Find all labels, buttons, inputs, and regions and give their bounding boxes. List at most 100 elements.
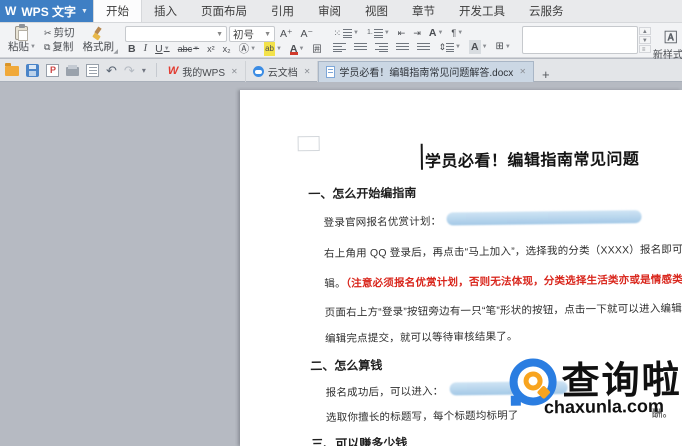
align-left-icon — [333, 43, 346, 52]
paste-label: 粘贴 — [8, 40, 29, 54]
tab-developer[interactable]: 开发工具 — [447, 0, 517, 22]
tab-section[interactable]: 章节 — [400, 0, 447, 22]
paragraph-note[interactable]: 辑。（注意必须报名优赏计划，否则无法体现，分类选择生活类亦或是情感类） — [324, 271, 682, 291]
align-right-icon — [375, 43, 388, 52]
tab-home[interactable]: 开始 — [93, 0, 142, 22]
underline-button[interactable]: U▼ — [152, 42, 173, 56]
dialog-launcher-icon[interactable]: ◢ — [113, 48, 118, 55]
borders-button[interactable]: ⊞▼ — [493, 40, 514, 54]
phonetic-guide-button[interactable]: Ⓐ▼ — [236, 42, 259, 56]
shading-icon: A — [469, 40, 481, 54]
cut-button[interactable]: ✂剪切 — [41, 26, 78, 40]
paragraph-submit[interactable]: 编辑完点提交，就可以等待审核结果了。 — [325, 329, 518, 346]
watermark-domain: chaxunla.com — [544, 396, 664, 418]
char-border-button[interactable]: 囲 — [309, 42, 324, 56]
justify-icon — [396, 43, 409, 52]
paragraph-login[interactable]: 登录官网报名优赏计划： — [324, 214, 442, 230]
export-pdf-icon[interactable] — [46, 64, 59, 77]
numbering-icon: 1. — [367, 26, 373, 40]
numbering-button[interactable]: 1.▼ — [364, 26, 393, 40]
align-center-button[interactable] — [351, 40, 370, 54]
shrink-font-button[interactable]: A⁻ — [298, 27, 317, 41]
text-effects-button[interactable]: A▼ — [426, 26, 447, 40]
shading-button[interactable]: A▼ — [466, 40, 491, 54]
document-page[interactable]: 学员必看！编辑指南常见问题 一、怎么开始编指南 登录官网报名优赏计划： 右上角用… — [240, 90, 682, 446]
bold-button[interactable]: B — [125, 42, 139, 56]
print-preview-icon[interactable] — [86, 64, 99, 77]
bullets-button[interactable]: ⁙▼ — [330, 26, 362, 40]
superscript-button[interactable]: x² — [204, 42, 218, 56]
phonetic-icon: Ⓐ — [239, 42, 250, 56]
underline-label: U — [155, 42, 163, 56]
align-left-button[interactable] — [330, 40, 349, 54]
tab-insert[interactable]: 插入 — [142, 0, 189, 22]
styles-up-button[interactable]: ▲ — [639, 27, 651, 35]
tab-current-document[interactable]: 学员必看！编辑指南常见问题解答.docx ✕ — [318, 61, 534, 82]
paragraph-qq-login[interactable]: 右上角用 QQ 登录后，再点击“马上加入”，选择我的分类（XXXX）报名即可开始… — [324, 241, 682, 261]
font-color-button[interactable]: A▼ — [287, 42, 308, 56]
highlight-button[interactable]: ab▼ — [261, 42, 285, 56]
paragraph-choose[interactable]: 选取你擅长的标题写，每个标题均标明了 — [326, 408, 519, 425]
document-title[interactable]: 学员必看！编辑指南常见问题 — [425, 145, 640, 172]
italic-button[interactable]: I — [141, 42, 151, 56]
wps-app-menu-button[interactable]: W WPS 文字 ▼ — [0, 0, 93, 22]
margin-corner-mark — [298, 136, 320, 151]
paste-icon — [15, 26, 28, 40]
print-icon[interactable] — [66, 67, 79, 76]
doc-heading-2[interactable]: 二、怎么算钱 — [310, 356, 382, 374]
distribute-icon — [417, 43, 430, 52]
ribbon-tabs: 开始 插入 页面布局 引用 审阅 视图 章节 开发工具 云服务 — [93, 0, 576, 22]
tab-references[interactable]: 引用 — [259, 0, 306, 22]
font-family-select[interactable]: ▼ — [125, 26, 227, 42]
chevron-down-icon: ▼ — [81, 8, 88, 15]
copy-button[interactable]: ⧉复制 — [41, 40, 78, 54]
tab-page-layout[interactable]: 页面布局 — [189, 0, 259, 22]
paragraph-enter[interactable]: 报名成功后，可以进入： — [326, 384, 444, 400]
cloud-icon — [253, 66, 264, 77]
tab-view[interactable]: 视图 — [353, 0, 400, 22]
line-spacing-button[interactable]: ⇕▼ — [435, 40, 464, 54]
cut-label: 剪切 — [54, 26, 75, 40]
close-icon[interactable]: ✕ — [519, 67, 526, 76]
customize-quick-access-icon[interactable]: ▾ — [142, 66, 146, 75]
font-size-select[interactable]: 初号▼ — [229, 26, 275, 42]
distribute-button[interactable] — [414, 40, 433, 54]
document-icon — [326, 66, 335, 78]
paste-button[interactable]: 粘贴▼ — [3, 25, 41, 55]
decrease-indent-button[interactable]: ⇤ — [395, 26, 409, 40]
align-center-icon — [354, 43, 367, 52]
styles-more-button[interactable]: ≡ — [639, 45, 651, 53]
document-tab-bar: ↶ ↷ ▾ W 我的WPS ✕ 云文档 ✕ 学员必看！编辑指南常见问题解答.do… — [0, 59, 682, 82]
styles-down-button[interactable]: ▼ — [639, 36, 651, 44]
new-tab-button[interactable]: + — [534, 67, 558, 82]
tab-cloud-docs[interactable]: 云文档 ✕ — [246, 61, 319, 82]
increase-indent-button[interactable]: ⇥ — [410, 26, 424, 40]
line-spacing-icon: ⇕ — [438, 40, 446, 54]
show-marks-button[interactable]: ¶▼ — [448, 26, 466, 40]
save-icon[interactable] — [26, 64, 39, 77]
close-icon[interactable]: ✕ — [304, 67, 311, 76]
new-style-button[interactable]: 🄰 新样式▼ — [653, 25, 682, 55]
indent-icon: ⇥ — [413, 26, 421, 40]
paragraph-group: ⁙▼ 1.▼ ⇤ ⇥ A▼ ¶▼ ⇕▼ A▼ ⊞▼ — [330, 25, 513, 55]
subscript-button[interactable]: x₂ — [220, 42, 234, 56]
open-file-icon[interactable] — [5, 66, 19, 76]
tab-my-wps[interactable]: W 我的WPS ✕ — [161, 61, 246, 82]
paragraph-pen-button[interactable]: 页面右上方“登录”按钮旁边有一只“笔”形状的按钮，点击一下就可以进入编辑器 — [325, 300, 682, 319]
tab-cloud[interactable]: 云服务 — [517, 0, 576, 22]
grow-font-button[interactable]: A⁺ — [277, 27, 296, 41]
pilcrow-icon: ¶ — [451, 26, 456, 40]
undo-icon[interactable]: ↶ — [106, 64, 117, 77]
doc-heading-1[interactable]: 一、怎么开始编指南 — [308, 184, 416, 202]
wps-logo-icon: W — [5, 4, 16, 18]
strikethrough-button[interactable]: abc▼ — [175, 42, 202, 56]
justify-button[interactable] — [393, 40, 412, 54]
tab-review[interactable]: 审阅 — [306, 0, 353, 22]
redo-icon[interactable]: ↷ — [124, 64, 135, 77]
styles-gallery-box[interactable] — [522, 26, 638, 54]
align-right-button[interactable] — [372, 40, 391, 54]
copy-label: 复制 — [52, 40, 73, 54]
doc-heading-3-partial[interactable]: 三、可以赚多少钱 — [311, 434, 407, 446]
close-icon[interactable]: ✕ — [231, 67, 238, 76]
page-content: 学员必看！编辑指南常见问题 一、怎么开始编指南 登录官网报名优赏计划： 右上角用… — [240, 85, 682, 446]
